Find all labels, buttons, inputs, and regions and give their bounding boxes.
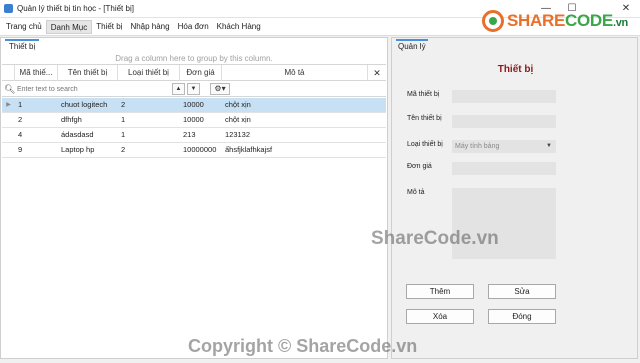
cell-ma[interactable]: 2 bbox=[15, 113, 58, 127]
ma-thiet-bi-field[interactable] bbox=[452, 90, 556, 103]
column-header-ma[interactable]: Mã thiế... bbox=[15, 65, 58, 81]
label-loai: Loại thiết bị bbox=[407, 141, 443, 148]
don-gia-field[interactable] bbox=[452, 162, 556, 175]
copyright-watermark: Copyright © ShareCode.vn bbox=[188, 336, 418, 356]
menu-trang-chu[interactable]: Trang chủ bbox=[2, 20, 46, 34]
search-row: 🔍︎ ▲ ▼ ⚙▾ bbox=[2, 81, 386, 97]
cell-mota[interactable]: chột xịn bbox=[222, 113, 368, 127]
table-row[interactable]: 2 dfhfgh 1 10000 chột xịn bbox=[2, 113, 386, 128]
chevron-down-icon: ▼ bbox=[546, 143, 552, 149]
cell-ten[interactable]: dfhfgh bbox=[58, 113, 118, 127]
loai-thiet-bi-select[interactable]: Máy tính bảng ▼ bbox=[452, 140, 556, 153]
window-title: Quản lý thiết bị tin học - [Thiết bị] bbox=[17, 4, 134, 13]
search-prev-button[interactable]: ▲ bbox=[172, 83, 185, 95]
logo-text: SHARECODE.vn bbox=[507, 11, 628, 30]
menu-thiet-bi[interactable]: Thiết bị bbox=[92, 20, 126, 34]
logo-drop-icon bbox=[482, 10, 504, 32]
table-row[interactable]: 9 Laptop hp 2 10000000 ấhsfjklafhkajsf bbox=[2, 143, 386, 158]
sua-button[interactable]: Sửa bbox=[488, 284, 556, 299]
app-icon bbox=[4, 4, 13, 13]
cell-ten[interactable]: chuot logitech bbox=[58, 98, 118, 112]
sharecode-logo: SHARECODE.vn bbox=[482, 7, 628, 35]
search-next-button[interactable]: ▼ bbox=[187, 83, 200, 95]
menu-danh-muc[interactable]: Danh Mục bbox=[45, 19, 93, 34]
dong-button[interactable]: Đóng bbox=[488, 309, 556, 324]
cell-ten[interactable]: ádasdasd bbox=[58, 128, 118, 142]
cell-gia[interactable]: 10000 bbox=[180, 98, 222, 112]
them-button[interactable]: Thêm bbox=[406, 284, 474, 299]
table-row[interactable]: ▶ 1 chuot logitech 2 10000 chột xịn bbox=[2, 98, 386, 113]
cell-loai[interactable]: 2 bbox=[118, 98, 180, 112]
menu-hoa-don[interactable]: Hóa đơn bbox=[174, 20, 213, 34]
cell-ma[interactable]: 9 bbox=[15, 143, 58, 157]
cell-mota[interactable]: chột xịn bbox=[222, 98, 368, 112]
ten-thiet-bi-field[interactable] bbox=[452, 115, 556, 128]
grid-header: Mã thiế... Tên thiết bị Loại thiết bị Đơ… bbox=[2, 64, 386, 81]
row-indicator bbox=[2, 143, 15, 157]
form-title: Thiết bị bbox=[497, 64, 534, 75]
row-indicator-icon: ▶ bbox=[6, 102, 11, 108]
xoa-button[interactable]: Xóa bbox=[406, 309, 474, 324]
label-gia: Đơn giá bbox=[407, 163, 432, 170]
column-header-mota[interactable]: Mô tả bbox=[222, 65, 368, 81]
menu-khach-hang[interactable]: Khách Hàng bbox=[213, 20, 265, 34]
cell-mota[interactable]: ấhsfjklafhkajsf bbox=[222, 143, 368, 157]
device-grid-panel: Thiết bị Drag a column here to group by … bbox=[0, 37, 388, 359]
column-header-gia[interactable]: Đơn giá bbox=[180, 65, 222, 81]
table-row[interactable]: 4 ádasdasd 1 213 123132 bbox=[2, 128, 386, 143]
label-ma: Mã thiết bị bbox=[407, 91, 440, 98]
cell-gia[interactable]: 10000000 bbox=[180, 143, 222, 157]
search-icon: 🔍︎ bbox=[4, 84, 16, 94]
cell-gia[interactable]: 10000 bbox=[180, 113, 222, 127]
search-input[interactable] bbox=[17, 83, 167, 95]
cell-loai[interactable]: 2 bbox=[118, 143, 180, 157]
close-grid-icon[interactable]: ✕ bbox=[368, 65, 386, 81]
label-ten: Tên thiết bị bbox=[407, 115, 442, 122]
cell-ten[interactable]: Laptop hp bbox=[58, 143, 118, 157]
row-indicator bbox=[2, 113, 15, 127]
cell-mota[interactable]: 123132 bbox=[222, 128, 368, 142]
grid-options-gear-icon[interactable]: ⚙▾ bbox=[210, 83, 230, 95]
device-form-panel: Quản lý Thiết bị Mã thiết bị Tên thiết b… bbox=[391, 37, 638, 359]
loai-selected-value: Máy tính bảng bbox=[455, 143, 500, 150]
cell-loai[interactable]: 1 bbox=[118, 113, 180, 127]
label-mota: Mô tả bbox=[407, 189, 425, 196]
tab-thiet-bi[interactable]: Thiết bị bbox=[5, 39, 40, 52]
column-header-loai[interactable]: Loại thiết bị bbox=[118, 65, 180, 81]
column-header-ten[interactable]: Tên thiết bị bbox=[58, 65, 118, 81]
row-indicator bbox=[2, 128, 15, 142]
center-watermark: ShareCode.vn bbox=[371, 228, 499, 249]
tab-quan-ly[interactable]: Quản lý bbox=[396, 39, 428, 52]
cell-ma[interactable]: 1 bbox=[15, 98, 58, 112]
menu-nhap-hang[interactable]: Nhập hàng bbox=[126, 20, 173, 34]
header-indicator bbox=[2, 65, 15, 81]
cell-loai[interactable]: 1 bbox=[118, 128, 180, 142]
cell-gia[interactable]: 213 bbox=[180, 128, 222, 142]
cell-ma[interactable]: 4 bbox=[15, 128, 58, 142]
